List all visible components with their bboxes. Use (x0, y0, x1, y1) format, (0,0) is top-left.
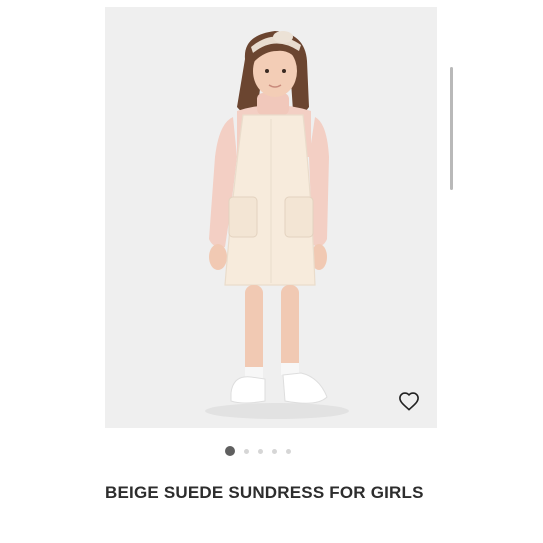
carousel-dot-5[interactable] (286, 448, 291, 454)
carousel-dot-1[interactable] (225, 446, 235, 456)
carousel-dot-2[interactable] (244, 448, 249, 454)
product-page: BEIGE SUEDE SUNDRESS FOR GIRLS (0, 0, 543, 543)
product-photo-illustration (105, 7, 437, 428)
heart-outline-icon (399, 392, 419, 411)
image-carousel-dots (225, 446, 291, 456)
product-title: BEIGE SUEDE SUNDRESS FOR GIRLS (105, 483, 424, 502)
carousel-dot-4[interactable] (272, 448, 277, 454)
favorite-button[interactable] (396, 388, 422, 414)
scroll-indicator[interactable] (450, 67, 453, 190)
product-photo[interactable] (105, 7, 437, 428)
carousel-dot-3[interactable] (258, 448, 263, 454)
